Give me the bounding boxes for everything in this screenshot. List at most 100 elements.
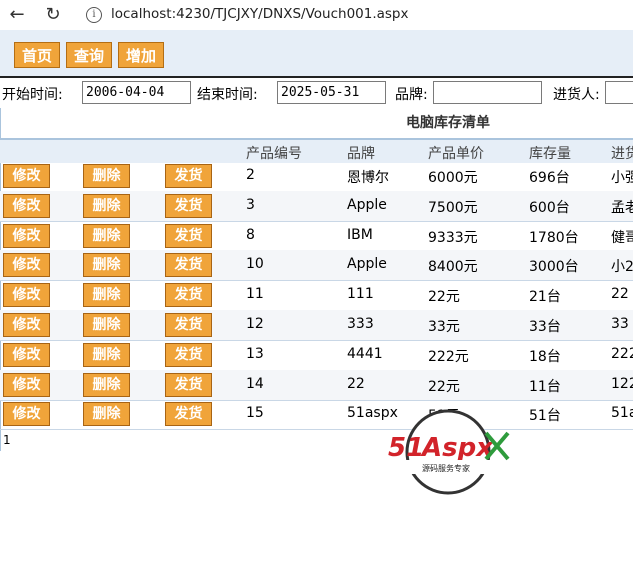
cell-buyer: 小2: [611, 259, 633, 276]
end-date-label: 结束时间:: [197, 87, 258, 103]
back-arrow-icon[interactable]: ←: [6, 4, 28, 26]
delete-button[interactable]: 删除: [83, 193, 130, 218]
cell-product-id: 15: [246, 405, 264, 422]
query-button[interactable]: 查询: [66, 42, 112, 68]
header-row: 产品编号 品牌 产品单价 库存量 进货: [0, 138, 633, 163]
cell-product-id: 11: [246, 286, 264, 303]
site-info-icon[interactable]: i: [86, 7, 102, 23]
buyer-input[interactable]: [605, 81, 633, 104]
ship-button[interactable]: 发货: [165, 402, 212, 427]
table-row: 修改 删除 发货 11 111 22元 21台 22: [0, 280, 633, 312]
svg-text:51: 51: [388, 433, 424, 463]
cell-unit-price: 33元: [428, 319, 460, 335]
cell-stock: 1780台: [529, 229, 579, 246]
cell-brand: 333: [347, 316, 374, 332]
edit-button[interactable]: 修改: [3, 372, 50, 397]
cell-stock: 600台: [529, 199, 570, 216]
ship-button[interactable]: 发货: [165, 342, 212, 367]
edit-button[interactable]: 修改: [3, 193, 50, 218]
edit-button[interactable]: 修改: [3, 164, 50, 188]
cell-product-id: 10: [246, 256, 264, 273]
table-row: 修改 删除 发货 12 333 33元 33台 33: [0, 310, 633, 341]
cell-brand: 4441: [347, 345, 383, 362]
edit-button[interactable]: 修改: [3, 253, 50, 278]
cell-stock: 33台: [529, 319, 561, 335]
cell-product-id: 14: [246, 375, 264, 392]
ship-button[interactable]: 发货: [165, 283, 212, 308]
cell-product-id: 2: [246, 167, 255, 183]
cell-unit-price: 22元: [428, 289, 460, 306]
watermark-logo: 51 Aspx 源码服务专家: [388, 407, 513, 495]
table-row: 修改 删除 发货 10 Apple 8400元 3000台 小2: [0, 250, 633, 282]
cell-unit-price: 7500元: [428, 199, 478, 216]
cell-product-id: 13: [246, 345, 264, 362]
edit-button[interactable]: 修改: [3, 342, 50, 367]
delete-button[interactable]: 删除: [83, 253, 130, 278]
cell-brand: Apple: [347, 196, 387, 213]
header-unit-price: 产品单价: [428, 146, 484, 162]
header-stock: 库存量: [529, 146, 571, 162]
delete-button[interactable]: 删除: [83, 223, 130, 248]
table-row: 修改 删除 发货 3 Apple 7500元 600台 孟老: [0, 190, 633, 222]
address-bar[interactable]: i localhost:4230/TJCJXY/DNXS/Vouch001.as…: [80, 2, 633, 28]
cell-buyer: 22: [611, 286, 629, 303]
delete-button[interactable]: 删除: [83, 283, 130, 308]
cell-product-id: 12: [246, 316, 264, 332]
brand-input[interactable]: [433, 81, 542, 104]
delete-button[interactable]: 删除: [83, 313, 130, 337]
cell-buyer: 孟老: [611, 199, 633, 216]
table-row: 修改 删除 发货 13 4441 222元 18台 222: [0, 340, 633, 371]
cell-stock: 3000台: [529, 259, 579, 276]
cell-unit-price: 9333元: [428, 229, 478, 246]
header-brand: 品牌: [347, 146, 375, 162]
cell-brand: 22: [347, 375, 365, 392]
cell-unit-price: 22元: [428, 378, 460, 395]
ship-button[interactable]: 发货: [165, 193, 212, 218]
cell-unit-price: 8400元: [428, 259, 478, 276]
edit-button[interactable]: 修改: [3, 313, 50, 337]
cell-brand: 恩博尔: [347, 170, 389, 186]
cell-brand: 111: [347, 286, 374, 303]
add-button[interactable]: 增加: [118, 42, 164, 68]
delete-button[interactable]: 删除: [83, 164, 130, 188]
cell-stock: 51台: [529, 408, 561, 425]
edit-button[interactable]: 修改: [3, 402, 50, 427]
delete-button[interactable]: 删除: [83, 372, 130, 397]
home-button[interactable]: 首页: [14, 42, 60, 68]
table-row: 修改 删除 发货 8 IBM 9333元 1780台 健哥: [0, 221, 633, 252]
top-toolbar: 首页 查询 增加: [0, 30, 633, 76]
end-date-input[interactable]: 2025-05-31: [277, 81, 386, 104]
table-row: 修改 删除 发货 14 22 22元 11台 122: [0, 369, 633, 401]
cell-stock: 696台: [529, 170, 570, 186]
ship-button[interactable]: 发货: [165, 253, 212, 278]
cell-stock: 18台: [529, 348, 561, 365]
ship-button[interactable]: 发货: [165, 223, 212, 248]
cell-brand: Apple: [347, 256, 387, 273]
header-buyer: 进货: [611, 146, 633, 162]
ship-button[interactable]: 发货: [165, 372, 212, 397]
delete-button[interactable]: 删除: [83, 402, 130, 427]
cell-stock: 21台: [529, 289, 561, 306]
cell-brand: IBM: [347, 226, 373, 243]
cell-buyer: 小强: [611, 170, 633, 186]
cell-product-id: 8: [246, 226, 255, 243]
delete-button[interactable]: 删除: [83, 342, 130, 367]
ship-button[interactable]: 发货: [165, 164, 212, 188]
url-text: localhost:4230/TJCJXY/DNXS/Vouch001.aspx: [111, 6, 409, 22]
brand-label: 品牌:: [395, 87, 428, 103]
reload-icon[interactable]: ↻: [42, 4, 64, 26]
pager[interactable]: 1: [3, 433, 11, 447]
ship-button[interactable]: 发货: [165, 313, 212, 337]
browser-toolbar: ← ↻ i localhost:4230/TJCJXY/DNXS/Vouch00…: [0, 0, 633, 30]
cell-unit-price: 6000元: [428, 170, 478, 186]
cell-unit-price: 222元: [428, 348, 469, 365]
start-date-input[interactable]: 2006-04-04: [82, 81, 191, 104]
start-date-label: 开始时间:: [2, 87, 63, 103]
cell-product-id: 3: [246, 196, 255, 213]
edit-button[interactable]: 修改: [3, 223, 50, 248]
cell-buyer: 51a: [611, 405, 633, 422]
header-product-id: 产品编号: [246, 146, 302, 162]
table-row: 修改删除发货1551aspx51元51台51a: [0, 399, 633, 431]
edit-button[interactable]: 修改: [3, 283, 50, 308]
svg-text:源码服务专家: 源码服务专家: [422, 463, 470, 473]
